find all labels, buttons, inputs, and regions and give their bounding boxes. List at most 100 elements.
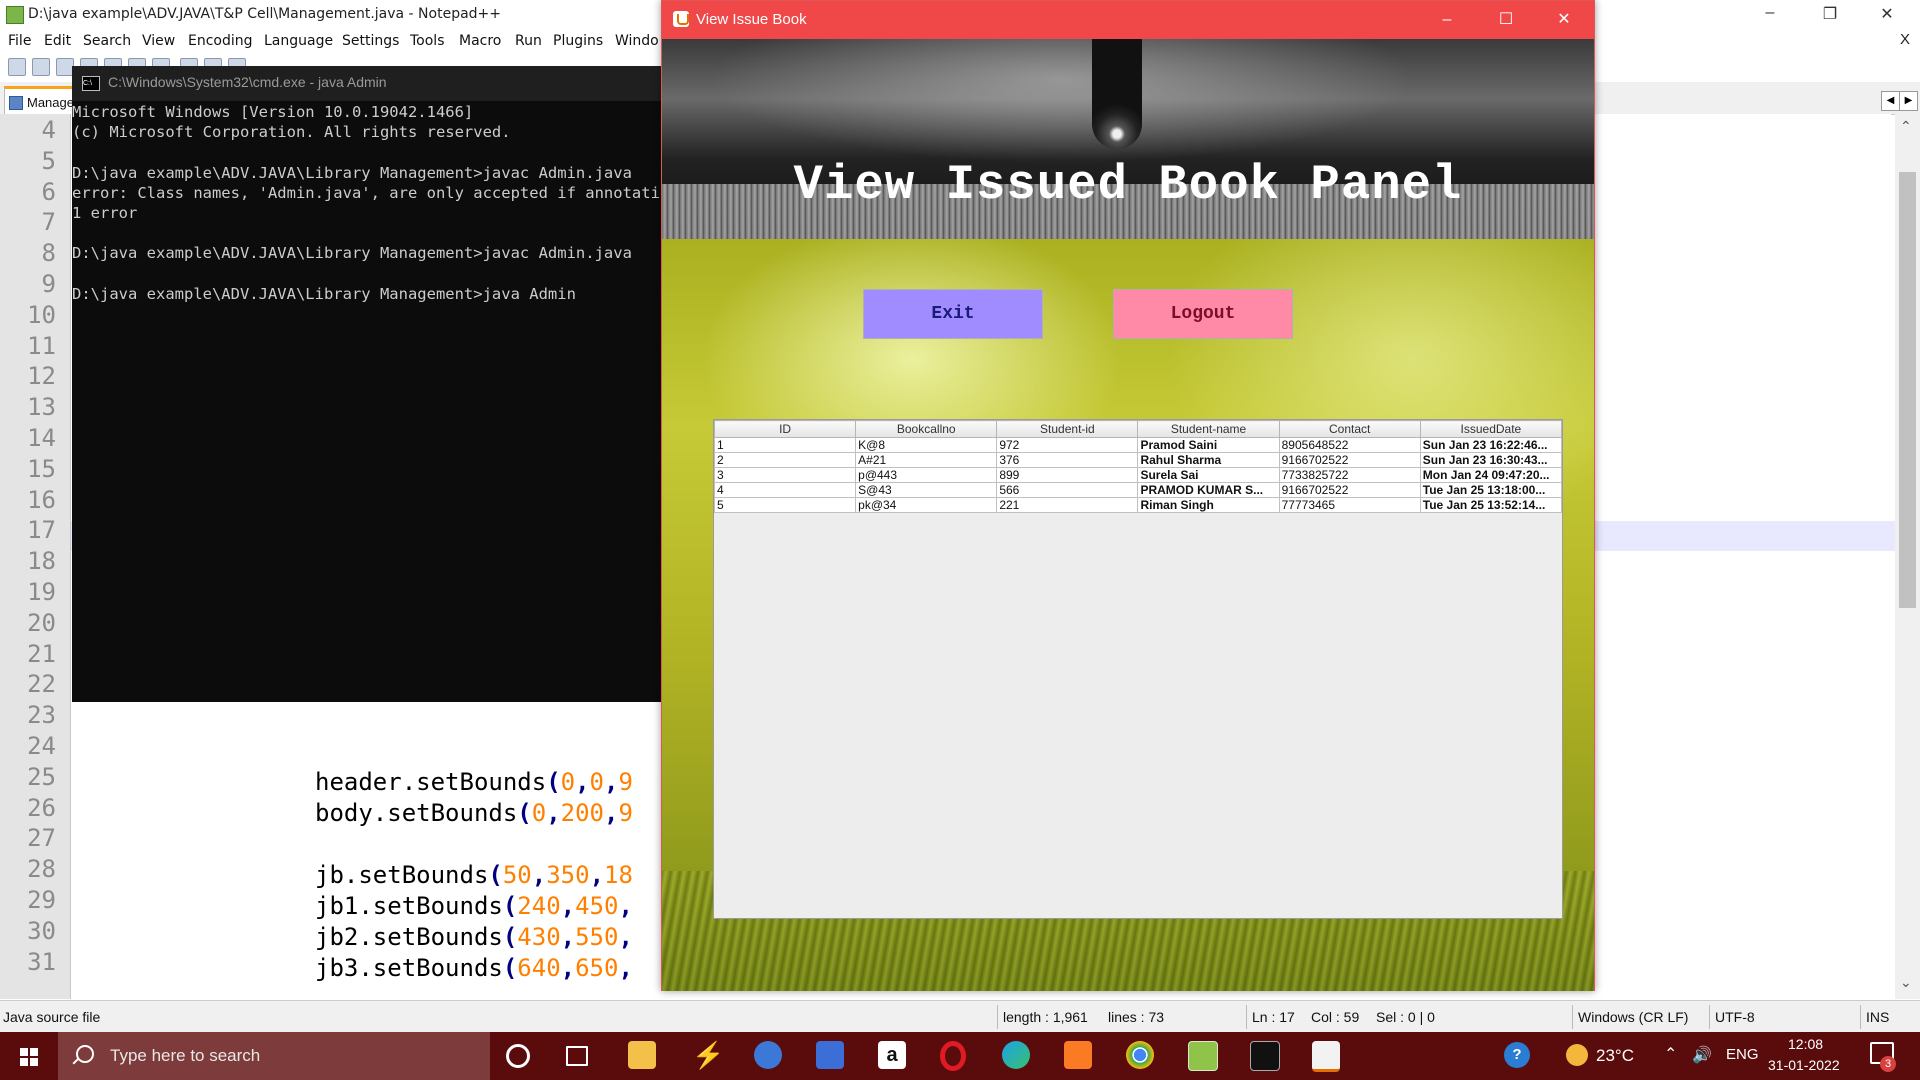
table-cell[interactable]: 221 xyxy=(996,497,1139,513)
table-cell[interactable]: Mon Jan 24 09:47:20... xyxy=(1419,467,1563,483)
editor-vertical-scrollbar[interactable]: ⌃ ⌄ xyxy=(1895,114,1920,999)
table-cell[interactable]: K@8 xyxy=(855,437,998,453)
exit-button[interactable]: Exit xyxy=(863,289,1043,339)
file-explorer-icon[interactable] xyxy=(628,1041,656,1069)
menu-tools[interactable]: Tools xyxy=(410,33,445,49)
notepadpp-taskbar-icon[interactable] xyxy=(1188,1041,1218,1071)
code-token: , xyxy=(560,923,576,951)
scrollbar-thumb[interactable] xyxy=(1899,172,1916,608)
clock-time[interactable]: 12:08 xyxy=(1788,1036,1823,1052)
menu-window[interactable]: Windo xyxy=(615,33,659,49)
menu-file[interactable]: File xyxy=(8,33,31,49)
tab-scroll-right-icon[interactable]: ▶ xyxy=(1899,91,1918,111)
table-cell[interactable]: 2 xyxy=(713,452,857,468)
cmd-taskbar-icon[interactable] xyxy=(1250,1041,1280,1071)
table-cell[interactable]: 4 xyxy=(713,482,857,498)
menu-macro[interactable]: Macro xyxy=(459,33,501,49)
temperature[interactable]: 23°C xyxy=(1596,1046,1634,1066)
chrome-blue-icon[interactable] xyxy=(754,1041,782,1069)
table-cell[interactable]: Rahul Sharma xyxy=(1137,452,1280,468)
app-blue-icon[interactable] xyxy=(816,1041,844,1069)
table-cell[interactable]: PRAMOD KUMAR S... xyxy=(1137,482,1280,498)
table-cell[interactable]: p@443 xyxy=(855,467,998,483)
sublime-like-icon[interactable]: ⚡ xyxy=(692,1041,724,1069)
table-cell[interactable]: Pramod Saini xyxy=(1137,437,1280,453)
taskbar-search-box[interactable]: Type here to search xyxy=(58,1032,490,1080)
table-cell[interactable]: 5 xyxy=(713,497,857,513)
table-row[interactable]: 3 p@443 899 Surela Sai 7733825722 Mon Jan 24 … xyxy=(713,467,1563,483)
close-document-icon[interactable]: X xyxy=(1900,31,1910,48)
menu-encoding[interactable]: Encoding xyxy=(188,33,253,49)
menu-view[interactable]: View xyxy=(142,33,175,49)
table-cell[interactable]: Sun Jan 23 16:22:46... xyxy=(1419,437,1563,453)
column-header[interactable]: ID xyxy=(713,420,857,438)
minimize-icon[interactable]: – xyxy=(1418,1,1476,39)
language-indicator[interactable]: ENG xyxy=(1726,1046,1759,1063)
restore-icon[interactable]: ❐ xyxy=(1815,4,1845,24)
java-taskbar-icon[interactable] xyxy=(1312,1041,1340,1072)
menu-run[interactable]: Run xyxy=(515,33,542,49)
table-cell[interactable]: pk@34 xyxy=(855,497,998,513)
tray-chevron-icon[interactable]: ⌃ xyxy=(1664,1044,1677,1064)
table-row[interactable]: 5 pk@34 221 Riman Singh 77773465 Tue Jan 25 1… xyxy=(713,497,1563,513)
column-header[interactable]: Student-id xyxy=(996,420,1139,438)
scroll-up-icon[interactable]: ⌃ xyxy=(1900,118,1912,135)
table-cell[interactable]: Tue Jan 25 13:18:00... xyxy=(1419,482,1563,498)
maximize-icon[interactable]: ☐ xyxy=(1477,1,1535,39)
issued-books-table[interactable]: ID Bookcallno Student-id Student-name Contac… xyxy=(713,419,1563,919)
amazon-icon[interactable]: a xyxy=(878,1041,906,1069)
table-cell[interactable]: Sun Jan 23 16:30:43... xyxy=(1419,452,1563,468)
table-cell[interactable]: 1 xyxy=(713,437,857,453)
open-file-icon[interactable] xyxy=(32,58,50,76)
table-cell[interactable]: A#21 xyxy=(855,452,998,468)
line-number: 29 xyxy=(27,886,56,914)
table-cell[interactable]: 77773465 xyxy=(1278,497,1421,513)
menu-language[interactable]: Language xyxy=(264,33,333,49)
column-header[interactable]: Contact xyxy=(1278,420,1421,438)
issued-table-grid[interactable]: ID Bookcallno Student-id Student-name Contac… xyxy=(713,420,1563,513)
table-cell[interactable]: Surela Sai xyxy=(1137,467,1280,483)
line-number: 10 xyxy=(27,300,56,329)
column-header[interactable]: Student-name xyxy=(1137,420,1280,438)
table-cell[interactable]: S@43 xyxy=(855,482,998,498)
cmd-console[interactable]: Microsoft Windows [Version 10.0.19042.14… xyxy=(72,103,662,693)
scroll-down-icon[interactable]: ⌄ xyxy=(1900,974,1912,991)
table-row[interactable]: 1 K@8 972 Pramod Saini 8905648522 Sun Jan 23 … xyxy=(713,437,1563,453)
logout-button[interactable]: Logout xyxy=(1113,289,1293,339)
close-icon[interactable]: ✕ xyxy=(1872,4,1902,24)
column-header[interactable]: IssuedDate xyxy=(1419,420,1563,438)
table-cell[interactable]: 7733825722 xyxy=(1278,467,1421,483)
cortana-icon[interactable] xyxy=(506,1044,530,1068)
chrome-icon[interactable] xyxy=(1126,1041,1154,1069)
menu-plugins[interactable]: Plugins xyxy=(553,33,603,49)
help-icon[interactable]: ? xyxy=(1504,1042,1530,1068)
table-cell[interactable]: 566 xyxy=(996,482,1139,498)
opera-icon[interactable] xyxy=(940,1041,966,1071)
column-header[interactable]: Bookcallno xyxy=(855,420,998,438)
task-view-icon[interactable] xyxy=(566,1046,588,1066)
start-button[interactable] xyxy=(0,1032,58,1080)
table-row[interactable]: 4 S@43 566 PRAMOD KUMAR S... 9166702522 Tue J… xyxy=(713,482,1563,498)
table-cell[interactable]: Tue Jan 25 13:52:14... xyxy=(1419,497,1563,513)
menu-search[interactable]: Search xyxy=(83,33,131,49)
volume-icon[interactable]: 🔊 xyxy=(1692,1045,1712,1065)
table-row[interactable]: 2 A#21 376 Rahul Sharma 9166702522 Sun Jan 23… xyxy=(713,452,1563,468)
table-cell[interactable]: 972 xyxy=(996,437,1139,453)
xampp-icon[interactable] xyxy=(1064,1041,1092,1069)
new-file-icon[interactable] xyxy=(8,58,26,76)
table-cell[interactable]: 376 xyxy=(996,452,1139,468)
table-cell[interactable]: 3 xyxy=(713,467,857,483)
table-cell[interactable]: 9166702522 xyxy=(1278,452,1421,468)
close-icon[interactable]: ✕ xyxy=(1535,1,1593,39)
menu-settings[interactable]: Settings xyxy=(342,33,399,49)
clock-date[interactable]: 31-01-2022 xyxy=(1768,1057,1840,1073)
menu-edit[interactable]: Edit xyxy=(44,33,71,49)
minimize-icon[interactable]: – xyxy=(1755,4,1785,22)
table-cell[interactable]: 8905648522 xyxy=(1278,437,1421,453)
table-cell[interactable]: Riman Singh xyxy=(1137,497,1280,513)
table-cell[interactable]: 899 xyxy=(996,467,1139,483)
table-cell[interactable]: 9166702522 xyxy=(1278,482,1421,498)
weather-icon[interactable] xyxy=(1566,1044,1588,1066)
tab-scroll-left-icon[interactable]: ◀ xyxy=(1881,91,1900,111)
edge-icon[interactable] xyxy=(1002,1041,1030,1069)
